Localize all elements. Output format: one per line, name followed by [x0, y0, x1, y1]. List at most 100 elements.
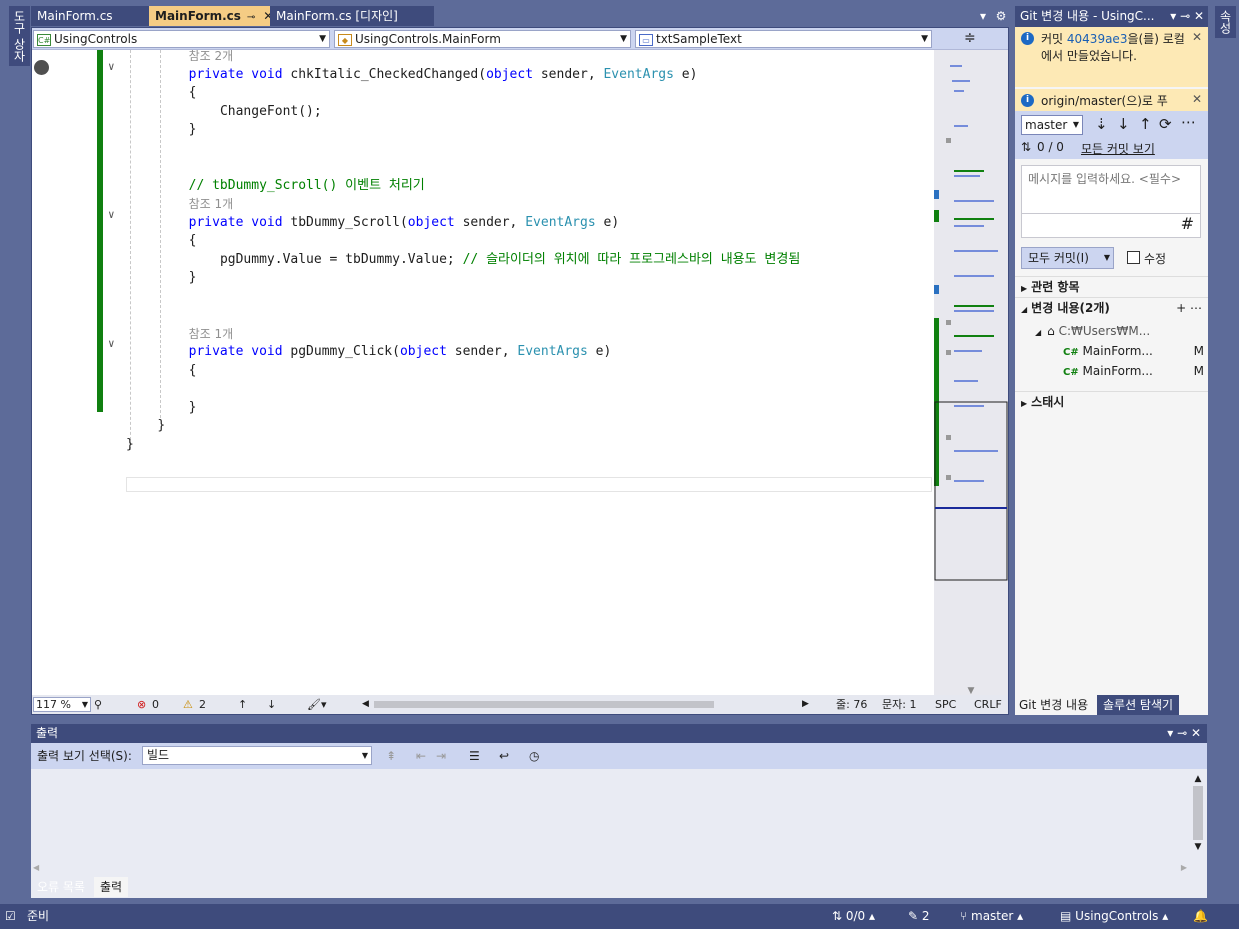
- info-icon: i: [1021, 32, 1034, 45]
- code-line[interactable]: private void tbDummy_Scroll(object sende…: [189, 214, 620, 232]
- changes-section[interactable]: ◢ 변경 내용(2개) + ⋯: [1015, 297, 1208, 317]
- pending-edits[interactable]: ✎ 2: [908, 904, 930, 929]
- code-line[interactable]: 참조 1개: [189, 195, 234, 213]
- code-line[interactable]: 참조 1개: [189, 325, 234, 343]
- branch-toolbar: master ▼ ⇣ ↓ ↑ ⟳ ⋯ ⇅ 0 / 0 모든 커밋 보기: [1015, 111, 1208, 159]
- breakpoint-icon[interactable]: [34, 60, 49, 75]
- scroll-right-icon[interactable]: ▶: [802, 695, 809, 714]
- repo-folder-item[interactable]: ◢ ⌂ C:₩Users₩M...: [1035, 321, 1150, 341]
- amend-label: 수정: [1144, 252, 1167, 266]
- code-line[interactable]: }: [157, 417, 165, 435]
- tab-solution-explorer[interactable]: 솔루션 탐색기: [1097, 695, 1180, 715]
- reference-count[interactable]: 참조 1개: [189, 327, 234, 341]
- zoom-dropdown[interactable]: 117 % ▼: [33, 697, 91, 712]
- output-horizontal-scrollbar[interactable]: ◀ ▶: [31, 863, 1207, 875]
- ready-status: 준비: [27, 909, 50, 923]
- next-issue-icon[interactable]: ↓: [267, 695, 276, 714]
- tab-mainform-cs-active[interactable]: MainForm.cs ⊸ ✕: [149, 6, 273, 26]
- sync-status[interactable]: ⇅ 0/0 ▴: [832, 904, 875, 929]
- tab-mainform-designer[interactable]: MainForm.cs [디자인]: [270, 6, 434, 26]
- code-line[interactable]: private void chkItalic_CheckedChanged(ob…: [189, 66, 698, 84]
- find-in-output-icon[interactable]: ⇞: [386, 743, 396, 769]
- pull-icon[interactable]: ↓: [1117, 115, 1130, 133]
- current-line-highlight: [126, 477, 932, 492]
- sync-icon[interactable]: ⟳: [1159, 115, 1172, 133]
- toolbox-side-tab[interactable]: 도구 상자: [9, 6, 30, 66]
- code-line[interactable]: private void pgDummy_Click(object sender…: [189, 343, 612, 361]
- collapse-icon[interactable]: ∨: [108, 337, 115, 350]
- branch-status[interactable]: ⑂ master ▴: [960, 904, 1023, 929]
- commit-hash-link[interactable]: 40439ae3: [1067, 32, 1128, 46]
- output-source-dropdown[interactable]: 빌드 ▼: [142, 746, 372, 765]
- project-dropdown[interactable]: C# UsingControls ▼: [33, 30, 330, 48]
- stash-section[interactable]: ▶ 스태시: [1015, 391, 1208, 411]
- whitespace-mode[interactable]: SPC: [935, 695, 956, 714]
- code-line[interactable]: }: [126, 436, 134, 454]
- clear-all-icon[interactable]: ☰: [469, 743, 480, 769]
- split-icon[interactable]: ≑: [964, 30, 976, 46]
- warning-count[interactable]: 2: [199, 695, 206, 714]
- code-line[interactable]: }: [189, 399, 197, 417]
- repository-status[interactable]: ▤ UsingControls ▴: [1060, 904, 1168, 929]
- code-line[interactable]: ChangeFont();: [220, 103, 322, 121]
- line-ending-mode[interactable]: CRLF: [974, 695, 1002, 714]
- code-line[interactable]: {: [189, 362, 197, 380]
- amend-checkbox[interactable]: [1127, 251, 1140, 264]
- previous-message-icon[interactable]: ⇤: [416, 743, 426, 769]
- tab-error-list[interactable]: 오류 목록: [31, 877, 91, 897]
- tab-list-chevron-icon[interactable]: ▾: [975, 6, 991, 26]
- collapse-icon[interactable]: ∨: [108, 60, 115, 73]
- code-line[interactable]: // tbDummy_Scroll() 이벤트 처리기: [189, 177, 425, 195]
- horizontal-scrollbar[interactable]: [374, 701, 714, 708]
- code-line[interactable]: }: [189, 269, 197, 287]
- timestamp-icon[interactable]: ◷: [529, 743, 539, 769]
- code-line[interactable]: }: [189, 121, 197, 139]
- branch-dropdown[interactable]: master ▼: [1021, 115, 1083, 135]
- tab-git-changes[interactable]: Git 변경 내용: [1015, 695, 1093, 715]
- reference-count[interactable]: 참조 2개: [189, 50, 234, 63]
- changed-file-item[interactable]: C# MainForm... M: [1063, 361, 1208, 381]
- svg-text:▼: ▼: [968, 686, 975, 695]
- changed-file-item[interactable]: C# MainForm... M: [1063, 341, 1208, 361]
- fetch-icon[interactable]: ⇣: [1095, 115, 1108, 133]
- notification-bell-icon[interactable]: 🔔: [1193, 904, 1208, 929]
- commit-all-button[interactable]: 모두 커밋(I) ▼: [1021, 247, 1114, 269]
- code-cleanup-icon[interactable]: 🖌▾: [307, 695, 327, 714]
- next-message-icon[interactable]: ⇥: [436, 743, 446, 769]
- error-count[interactable]: 0: [152, 695, 159, 714]
- output-vertical-scrollbar[interactable]: ▲ ▼: [1191, 774, 1205, 858]
- scroll-left-icon[interactable]: ◀: [362, 695, 369, 714]
- close-icon[interactable]: ✕: [1192, 30, 1202, 44]
- chevron-down-icon: ▼: [620, 34, 627, 44]
- related-items-section[interactable]: ▶ 관련 항목: [1015, 276, 1208, 296]
- csharp-file-icon: C#: [1063, 367, 1079, 378]
- properties-side-tab[interactable]: 속성: [1215, 6, 1236, 38]
- word-wrap-icon[interactable]: ↩: [499, 743, 509, 769]
- code-line[interactable]: {: [189, 232, 197, 250]
- previous-issue-icon[interactable]: ↑: [238, 695, 247, 714]
- close-icon[interactable]: ✕: [1192, 92, 1202, 106]
- tab-output[interactable]: 출력: [94, 877, 129, 897]
- code-line[interactable]: 참조 2개: [189, 50, 234, 65]
- gear-icon[interactable]: ⚙: [993, 6, 1009, 26]
- pin-icon[interactable]: ⊸: [247, 12, 255, 23]
- view-all-commits-link[interactable]: 모든 커밋 보기: [1081, 140, 1155, 157]
- warning-icon[interactable]: ⚠: [183, 695, 193, 714]
- code-line[interactable]: pgDummy.Value = tbDummy.Value; // 슬라이더의 …: [220, 251, 800, 269]
- error-icon[interactable]: ⊗: [137, 695, 146, 714]
- push-icon[interactable]: ↑: [1139, 115, 1152, 133]
- collapse-icon[interactable]: ∨: [108, 208, 115, 221]
- more-options-icon[interactable]: ⋯: [1181, 113, 1196, 131]
- code-area[interactable]: ∨ ∨ ∨ 참조 2개 private void chkItalic_Checke…: [32, 50, 932, 695]
- change-indicator: [97, 50, 103, 412]
- reference-count[interactable]: 참조 1개: [189, 197, 234, 211]
- code-line[interactable]: {: [189, 84, 197, 102]
- csharp-file-icon: C#: [1063, 347, 1079, 358]
- intellicode-icon[interactable]: ⚲: [94, 695, 102, 714]
- member-dropdown[interactable]: ▭ txtSampleText ▼: [635, 30, 932, 48]
- class-dropdown[interactable]: ◆ UsingControls.MainForm ▼: [334, 30, 631, 48]
- commit-message-input[interactable]: 메시지를 입력하세요. <필수>: [1021, 165, 1201, 214]
- tab-mainform-cs-1[interactable]: MainForm.cs: [31, 6, 149, 26]
- scroll-map[interactable]: ▼: [934, 50, 1008, 696]
- hash-icon[interactable]: #: [1021, 214, 1201, 238]
